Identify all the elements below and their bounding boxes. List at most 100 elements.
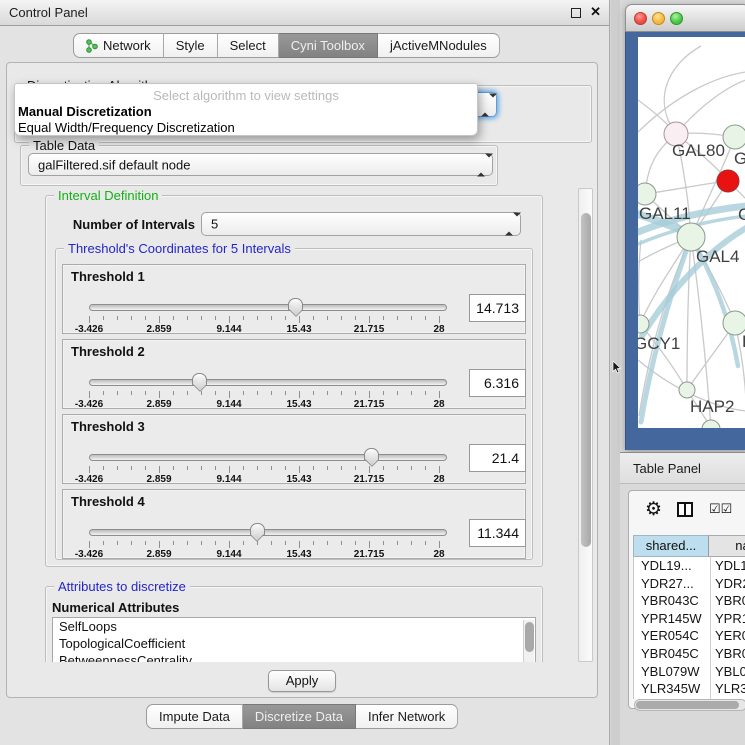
table-hscrollbar[interactable]	[634, 699, 745, 711]
screen: Control Panel ✕ NetworkStyleSelectCyni T…	[0, 0, 745, 745]
slider-track[interactable]	[89, 304, 447, 311]
slider-tick	[117, 541, 118, 545]
tab-select[interactable]: Select	[218, 33, 279, 58]
cell-shared-name: YBR045C	[641, 646, 699, 661]
slider-handle[interactable]	[288, 298, 303, 311]
numerical-attributes-list[interactable]: SelfLoopsTopologicalCoefficientBetweenne…	[52, 617, 536, 662]
minimize-traffic-light[interactable]	[652, 12, 665, 25]
slider-tick	[397, 391, 398, 395]
numerical-attributes-label: Numerical Attributes	[52, 600, 179, 615]
list-scrollbar-thumb[interactable]	[525, 622, 534, 652]
slider-handle[interactable]	[192, 373, 207, 386]
network-node[interactable]	[638, 183, 656, 205]
network-node-label: GAL11	[639, 204, 691, 223]
slider-track[interactable]	[89, 454, 447, 461]
slider-tick	[411, 466, 412, 470]
slider-tick	[439, 541, 440, 548]
threshold-slider[interactable]: -3.4262.8599.14415.4321.71528	[89, 522, 455, 560]
main-scrollbar-thumb[interactable]	[581, 213, 591, 547]
slider-tick	[285, 541, 286, 545]
tab-discretize-data[interactable]: Discretize Data	[243, 704, 356, 729]
slider-track[interactable]	[89, 379, 447, 386]
slider-tick	[411, 391, 412, 395]
column-header-name[interactable]: name	[709, 535, 745, 557]
slider-tick	[159, 466, 160, 473]
gear-icon[interactable]: ⚙	[645, 498, 662, 521]
attribute-item-selfloops[interactable]: SelfLoops	[53, 618, 535, 635]
slider-tick	[299, 316, 300, 323]
attribute-item-topologicalcoefficient[interactable]: TopologicalCoefficient	[53, 635, 535, 652]
attribute-item-betweennesscentrality[interactable]: BetweennessCentrality	[53, 652, 535, 662]
tab-jactivemnodules[interactable]: jActiveMNodules	[378, 33, 500, 58]
table-panel-header: Table Panel	[620, 452, 745, 484]
apply-button[interactable]: Apply	[268, 670, 336, 692]
tab-style[interactable]: Style	[164, 33, 218, 58]
slider-tick	[355, 541, 356, 545]
float-window-icon[interactable]	[571, 8, 581, 18]
threshold-value-field[interactable]: 21.4	[469, 444, 526, 472]
table-data-group: Table Data galFiltered.sif default node	[20, 145, 498, 186]
slider-tick-label: 9.144	[204, 399, 254, 410]
slider-tick-label: 9.144	[204, 324, 254, 335]
bottom-tab-bar: Impute DataDiscretize DataInfer Network	[146, 704, 458, 729]
main-scrollbar[interactable]	[578, 188, 593, 662]
close-traffic-light[interactable]	[634, 12, 647, 25]
slider-tick	[397, 541, 398, 545]
table-row[interactable]: YBL079W YBL0	[634, 663, 745, 681]
threshold-slider[interactable]: -3.4262.8599.14415.4321.71528	[89, 447, 455, 485]
slider-track[interactable]	[89, 529, 447, 536]
table-row[interactable]: YDR27...YDR2	[634, 575, 745, 593]
table-data-combobox[interactable]: galFiltered.sif default node	[28, 153, 493, 176]
slider-tick	[117, 391, 118, 395]
slider-tick	[187, 391, 188, 395]
threshold-slider[interactable]: -3.4262.8599.14415.4321.71528	[89, 297, 455, 335]
table-row[interactable]: YBR043CYBR0	[634, 592, 745, 610]
list-scrollbar[interactable]	[523, 620, 534, 662]
column-header-shared[interactable]: shared...	[633, 535, 709, 557]
table-hscrollbar-thumb[interactable]	[636, 701, 739, 709]
slider-tick	[425, 466, 426, 470]
network-node[interactable]	[679, 382, 695, 398]
dropdown-item-manual-discretization[interactable]: Manual Discretization	[18, 104, 152, 119]
cell-shared-name: YER054C	[641, 628, 699, 643]
table-row[interactable]: YBR045CYBR0	[634, 645, 745, 663]
threshold-value-field[interactable]: 6.316	[469, 369, 526, 397]
slider-handle[interactable]	[250, 523, 265, 536]
table-toolbar: ⚙ ☑☑	[629, 491, 745, 533]
slider-tick	[285, 466, 286, 470]
dropdown-item-equal-width-frequency-discretization[interactable]: Equal Width/Frequency Discretization	[18, 120, 235, 135]
network-canvas[interactable]: GAL80GCGAL11GAL4GCY1HHAP2	[638, 37, 745, 428]
zoom-traffic-light[interactable]	[670, 12, 683, 25]
network-node-label: G	[734, 149, 745, 168]
table-row[interactable]: YDL19...YDL1	[634, 557, 745, 575]
slider-tick	[159, 541, 160, 548]
table-header-row: shared... name	[633, 535, 745, 557]
slider-tick	[271, 316, 272, 320]
threshold-value-field[interactable]: 11.344	[469, 519, 526, 547]
tab-infer-network[interactable]: Infer Network	[356, 704, 458, 729]
checkboxes-icon[interactable]: ☑☑	[709, 501, 732, 517]
slider-tick	[201, 541, 202, 545]
cell-shared-name: YBL079W	[641, 664, 700, 679]
table-row[interactable]: YLR345WYLR3	[634, 680, 745, 698]
threshold-slider[interactable]: -3.4262.8599.14415.4321.71528	[89, 372, 455, 410]
tab-network[interactable]: Network	[73, 33, 164, 58]
slider-tick	[439, 316, 440, 323]
threshold-value-field[interactable]: 14.713	[469, 294, 526, 322]
network-node[interactable]	[723, 125, 745, 149]
network-node-label: HAP2	[690, 397, 734, 416]
tab-cyni-toolbox[interactable]: Cyni Toolbox	[279, 33, 378, 58]
network-node[interactable]	[717, 170, 739, 192]
slider-tick-label: 2.859	[134, 474, 184, 485]
close-icon[interactable]: ✕	[590, 4, 601, 20]
columns-icon[interactable]	[677, 502, 693, 517]
slider-tick	[299, 541, 300, 548]
network-edge	[687, 237, 691, 390]
num-intervals-combobox[interactable]: 5	[201, 212, 521, 236]
network-node[interactable]	[702, 420, 720, 428]
table-row[interactable]: YER054CYER0	[634, 627, 745, 645]
table-row[interactable]: YPR145WYPR1	[634, 610, 745, 628]
cell-name: YBL0	[715, 664, 745, 679]
slider-handle[interactable]	[364, 448, 379, 461]
tab-impute-data[interactable]: Impute Data	[146, 704, 243, 729]
